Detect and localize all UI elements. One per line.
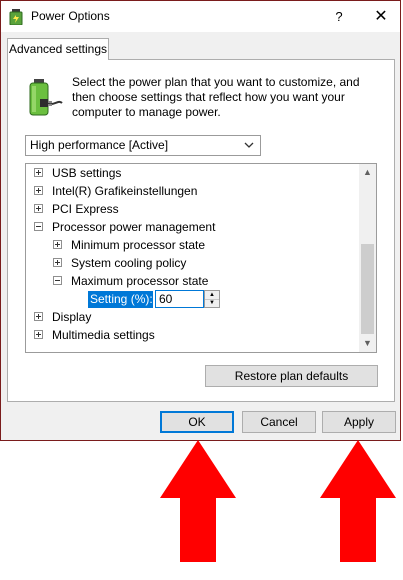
scrollbar-thumb[interactable] [361,244,374,334]
tree-item-label: Intel(R) Grafikeinstellungen [52,184,198,198]
tree-item-label: PCI Express [52,202,119,216]
tree-item-processor-power-management[interactable]: Processor power management [34,218,215,236]
ok-button[interactable]: OK [160,411,234,433]
expand-plus-icon[interactable] [34,204,43,213]
setting-spinner[interactable]: ▲ ▼ [204,290,220,308]
tree-item-usb-settings[interactable]: USB settings [34,164,121,182]
expand-plus-icon[interactable] [34,168,43,177]
tree-item-label: Display [52,310,92,324]
tree-item-label: Processor power management [52,220,216,234]
expand-plus-icon[interactable] [53,240,62,249]
scroll-up-icon[interactable]: ▲ [359,164,376,181]
scroll-down-icon[interactable]: ▼ [359,335,376,352]
tree-item-maximum-processor-state[interactable]: Maximum processor state [53,272,208,290]
power-plan-value: High performance [Active] [30,138,169,152]
arrow-up-icon [320,440,396,562]
battery-plug-icon [29,79,63,116]
spin-down-icon[interactable]: ▼ [205,299,219,307]
collapse-minus-icon[interactable] [34,222,43,231]
title-bar: Power Options ? ✕ [1,1,400,32]
chevron-down-icon [244,142,254,148]
tree-item-system-cooling-policy[interactable]: System cooling policy [53,254,186,272]
setting-percent-label: Setting (%): [88,291,153,308]
power-options-icon [9,9,23,25]
tree-item-multimedia-settings[interactable]: Multimedia settings [34,326,155,344]
setting-percent-input[interactable]: 60 [155,290,204,308]
tab-advanced-settings[interactable]: Advanced settings [7,38,109,60]
settings-tree: USB settings Intel(R) Grafikeinstellunge… [25,163,377,353]
tree-scrollbar[interactable]: ▲ ▼ [359,164,376,352]
tree-item-minimum-processor-state[interactable]: Minimum processor state [53,236,205,254]
tree-item-pci-express[interactable]: PCI Express [34,200,119,218]
apply-button[interactable]: Apply [322,411,396,433]
close-button[interactable]: ✕ [369,5,393,29]
expand-plus-icon[interactable] [34,312,43,321]
expand-plus-icon[interactable] [34,330,43,339]
tree-item-label: Minimum processor state [71,238,206,252]
tree-item-display[interactable]: Display [34,308,91,326]
tree-item-label: Multimedia settings [52,328,155,342]
help-button[interactable]: ? [327,5,351,29]
tree-item-intel-graphics[interactable]: Intel(R) Grafikeinstellungen [34,182,197,200]
window-title: Power Options [31,9,110,23]
cancel-button[interactable]: Cancel [242,411,316,433]
tree-item-label: System cooling policy [71,256,187,270]
arrow-up-icon [160,440,236,562]
tree-item-label: USB settings [52,166,122,180]
expand-plus-icon[interactable] [53,258,62,267]
tree-item-label: Maximum processor state [71,274,209,288]
expand-plus-icon[interactable] [34,186,43,195]
restore-plan-defaults-button[interactable]: Restore plan defaults [205,365,378,387]
power-plan-dropdown[interactable]: High performance [Active] [25,135,261,156]
collapse-minus-icon[interactable] [53,276,62,285]
intro-text: Select the power plan that you want to c… [72,75,360,119]
